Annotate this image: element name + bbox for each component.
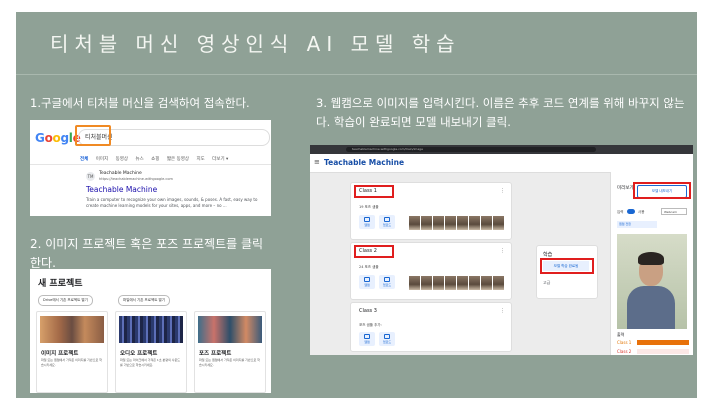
class-name[interactable]: Class 3	[359, 308, 377, 314]
image-project-thumbnail	[40, 316, 104, 343]
step3-text: 3. 웹캠으로 이미지를 입력시킨다. 이름은 추후 코드 연계를 위해 바꾸지…	[316, 96, 685, 129]
more-options-icon[interactable]: ⋮	[500, 188, 505, 194]
output-class-2-label: Class 2	[617, 349, 632, 354]
input-label: 입력	[617, 210, 624, 214]
class-card-3: Class 3 ⋮ 포즈 샘플 추가: 웹캠 업로드	[350, 302, 512, 352]
tab-more[interactable]: 더보기 ▾	[212, 157, 228, 162]
tab-videos[interactable]: 동영상	[116, 157, 128, 162]
open-file-button[interactable]: 파일에서 기존 프로젝트 열기	[118, 295, 170, 306]
sample-thumbnails	[409, 276, 504, 290]
step1-text: 1.구글에서 티처블 머신을 검색하여 접속한다.	[30, 96, 250, 110]
class-name-highlight	[354, 185, 394, 198]
search-highlight-box	[75, 125, 111, 146]
teachable-machine-screenshot: teachablemachine.withgoogle.com/train/im…	[310, 145, 693, 355]
tab-maps[interactable]: 지도	[196, 157, 204, 162]
result-title-link[interactable]: Teachable Machine	[86, 185, 157, 194]
export-button-highlight	[633, 182, 691, 199]
webcam-select[interactable]: Webcam	[661, 208, 687, 215]
advanced-toggle[interactable]: 고급	[543, 280, 550, 286]
card-title: 포즈 프로젝트	[199, 351, 232, 357]
output-class-1-bar	[637, 340, 689, 345]
sample-thumbnails	[409, 216, 504, 230]
tab-short-videos[interactable]: 짧은 동영상	[167, 157, 189, 162]
result-site-name: Teachable Machine	[99, 171, 142, 176]
more-options-icon[interactable]: ⋮	[500, 248, 505, 254]
result-snippet: Train a computer to recognize your own i…	[86, 197, 258, 208]
preview-panel: 미리보기 모델 내보내기 입력 사용 Webcam 웹캠 전환 출력 Class…	[610, 172, 693, 355]
tabs-divider	[30, 164, 271, 165]
person-hair	[638, 252, 664, 265]
app-title: Teachable Machine	[324, 158, 405, 167]
person-body	[627, 286, 675, 329]
upload-button[interactable]: 업로드	[379, 215, 395, 229]
site-favicon-icon: TM	[86, 172, 95, 181]
card-description: 파일 또는 마이크에서 가져온 1초 분량의 사운드를 기반으로 학습시키세요.	[120, 358, 181, 367]
training-title: 학습	[543, 252, 553, 258]
pose-project-card[interactable]: 포즈 프로젝트 파일 또는 웹캠에서 가져온 이미지를 기반으로 학습시키세요.	[194, 311, 266, 393]
card-description: 파일 또는 웹캠에서 가져온 이미지를 기반으로 학습시키세요.	[41, 358, 102, 367]
more-options-icon[interactable]: ⋮	[500, 308, 505, 314]
app-header: ≡ Teachable Machine	[310, 154, 693, 173]
class-name-highlight	[354, 245, 394, 258]
browser-address-bar[interactable]: teachablemachine.withgoogle.com/train/im…	[346, 147, 596, 152]
webcam-feed	[617, 234, 687, 329]
class-sample-count: 포즈 샘플 추가:	[359, 323, 382, 327]
pose-project-thumbnail	[198, 316, 262, 343]
google-logo: Google	[35, 131, 81, 145]
tab-images[interactable]: 이미지	[96, 157, 108, 162]
tab-all[interactable]: 전체	[80, 157, 88, 162]
tab-news[interactable]: 뉴스	[135, 157, 143, 162]
new-project-screenshot: 새 프로젝트 Drive에서 기존 프로젝트 열기 파일에서 기존 프로젝트 열…	[30, 269, 271, 393]
google-tabs: 전체 이미지 동영상 뉴스 쇼핑 짧은 동영상 지도 더보기 ▾	[80, 156, 234, 162]
class-sample-count: 24 포즈 샘플	[359, 265, 379, 269]
step2-text: 2. 이미지 프로젝트 혹은 포즈 프로젝트를 클릭한다.	[30, 237, 264, 270]
title-divider	[16, 74, 697, 75]
output-class-1-fill	[637, 340, 689, 345]
webcam-button[interactable]: 웹캠	[359, 332, 375, 346]
card-description: 파일 또는 웹캠에서 가져온 이미지를 기반으로 학습시키세요.	[199, 358, 260, 367]
result-url: https://teachablemachine.withgoogle.com	[99, 177, 173, 181]
input-toggle[interactable]	[627, 209, 635, 214]
class-sample-count: 19 포즈 샘플	[359, 205, 379, 209]
google-search-screenshot: Google 티처블머신 전체 이미지 동영상 뉴스 쇼핑 짧은 동영상 지도 …	[30, 120, 271, 216]
audio-project-thumbnail	[119, 316, 183, 343]
switch-camera-button[interactable]: 웹캠 전환	[617, 221, 657, 228]
image-project-card[interactable]: 이미지 프로젝트 파일 또는 웹캠에서 가져온 이미지를 기반으로 학습시키세요…	[36, 311, 108, 393]
class-card-2: Class 2 ⋮ 24 포즈 샘플 웹캠 업로드	[350, 242, 512, 300]
input-state: 사용	[638, 210, 645, 214]
menu-icon[interactable]: ≡	[314, 158, 320, 166]
webcam-button[interactable]: 웹캠	[359, 215, 375, 229]
output-class-1-label: Class 1	[617, 340, 632, 345]
page-frame: 티처블 머신 영상인식 AI 모델 학습 1.구글에서 티처블 머신을 검색하여…	[0, 0, 721, 405]
card-title: 이미지 프로젝트	[41, 351, 79, 357]
training-card: 학습 모델 학습 완료됨 고급	[536, 245, 598, 299]
audio-project-card[interactable]: 오디오 프로젝트 파일 또는 마이크에서 가져온 1초 분량의 사운드를 기반으…	[115, 311, 187, 393]
upload-button[interactable]: 업로드	[379, 332, 395, 346]
upload-button[interactable]: 업로드	[379, 275, 395, 289]
webcam-button[interactable]: 웹캠	[359, 275, 375, 289]
train-button-highlight	[540, 258, 594, 274]
card-title: 오디오 프로젝트	[120, 351, 158, 357]
slide: 티처블 머신 영상인식 AI 모델 학습 1.구글에서 티처블 머신을 검색하여…	[16, 12, 697, 398]
open-drive-button[interactable]: Drive에서 기존 프로젝트 열기	[38, 295, 93, 306]
output-label: 출력	[617, 332, 625, 337]
new-project-title: 새 프로젝트	[38, 279, 83, 289]
slide-title: 티처블 머신 영상인식 AI 모델 학습	[50, 32, 461, 56]
output-class-2-bar	[637, 349, 689, 354]
browser-toolbar: teachablemachine.withgoogle.com/train/im…	[310, 145, 693, 154]
class-card-1: Class 1 ⋮ 19 포즈 샘플 웹캠 업로드	[350, 182, 512, 240]
tab-shopping[interactable]: 쇼핑	[151, 157, 159, 162]
